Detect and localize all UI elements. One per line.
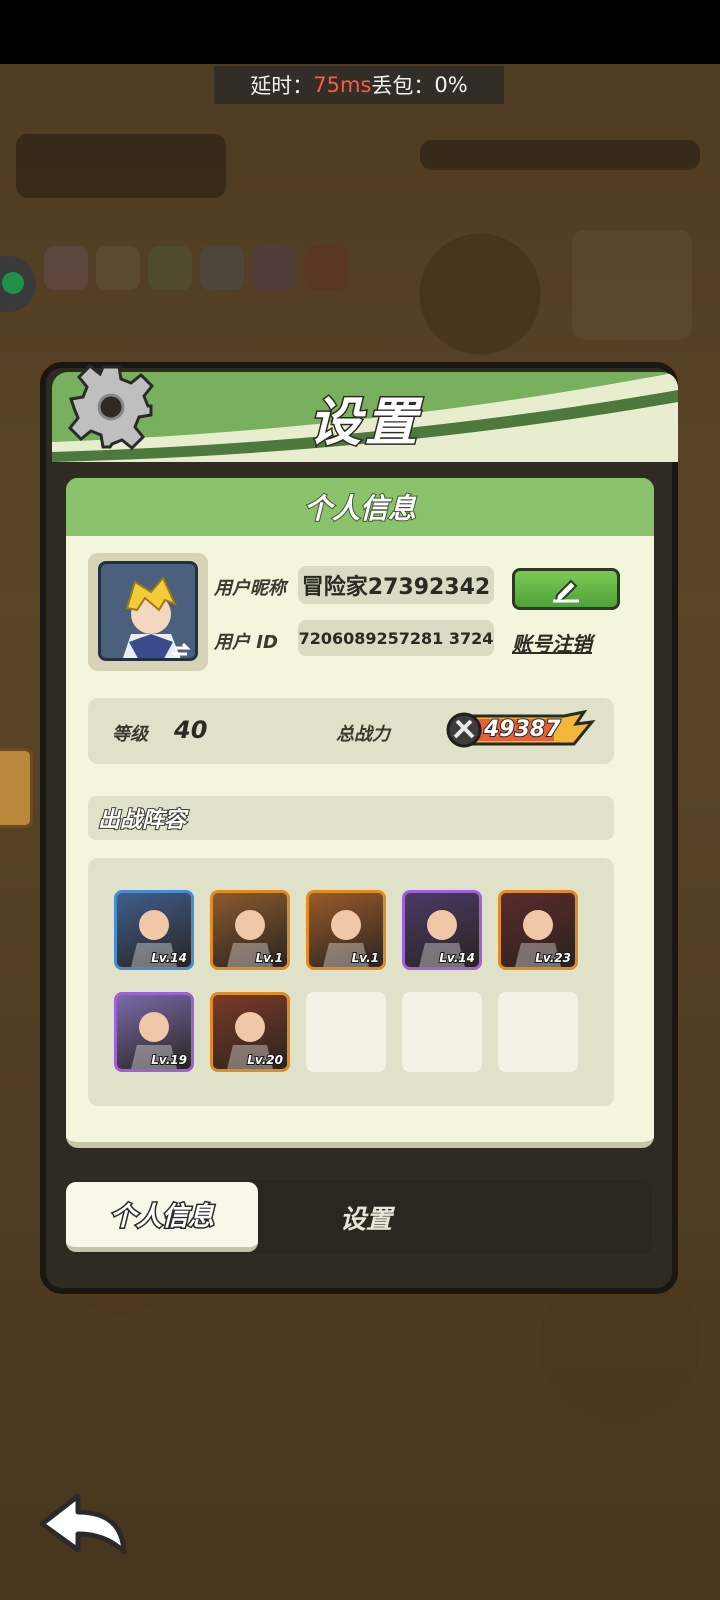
cancel-account-link[interactable]: 账号注销	[512, 628, 592, 657]
empty-hero-slot[interactable]	[498, 992, 578, 1072]
empty-hero-slot[interactable]	[402, 992, 482, 1072]
avatar-portrait	[101, 564, 195, 658]
avatar[interactable]	[98, 561, 198, 661]
hero-level: Lv.20	[246, 1052, 284, 1068]
nickname-field: 冒险家27392342	[298, 566, 494, 604]
profile-panel: 个人信息 用户昵称 冒险家27392342 用户 ID 720608925728…	[66, 478, 654, 1148]
hero-slot[interactable]: Lv.14	[402, 890, 482, 970]
avatar-frame[interactable]	[88, 553, 208, 671]
edit-nickname-button[interactable]	[512, 568, 620, 610]
gear-icon	[67, 363, 155, 451]
pencil-icon	[553, 579, 579, 603]
dialog-tab-bar: 个人信息 设置	[66, 1180, 652, 1254]
level-label: 等级	[112, 724, 148, 745]
hero-level: Lv.23	[534, 950, 572, 966]
hero-slot[interactable]: Lv.1	[306, 890, 386, 970]
side-drawer-tab[interactable]	[0, 748, 33, 828]
hero-slot[interactable]: Lv.23	[498, 890, 578, 970]
latency-label: 延时：	[250, 74, 314, 98]
latency-value: 75ms	[313, 73, 372, 97]
nickname-label: 用户昵称	[214, 578, 286, 599]
hero-slot[interactable]: Lv.1	[210, 890, 290, 970]
back-arrow-icon[interactable]	[36, 1490, 136, 1560]
tab-settings[interactable]: 设置	[286, 1182, 446, 1252]
power-value: 49387	[483, 716, 562, 743]
hero-slot[interactable]: Lv.20	[210, 992, 290, 1072]
settings-dialog: 设置 个人信息 用户昵称 冒险家27392342 用户 ID 720608925…	[40, 362, 678, 1294]
user-id-field: 7206089257281 3724	[298, 620, 494, 656]
stats-row: 等级 40 总战力 49387	[88, 698, 614, 764]
user-id-label: 用户 ID	[214, 632, 278, 653]
hero-level: Lv.1	[351, 950, 380, 966]
panel-title: 个人信息	[66, 478, 654, 536]
hero-slot[interactable]: Lv.19	[114, 992, 194, 1072]
hero-level: Lv.1	[255, 950, 284, 966]
lineup-grid: Lv.14 Lv.1 Lv.1 Lv.14 Lv.23 Lv.19 Lv.20	[88, 858, 614, 1106]
power-label: 总战力	[336, 724, 390, 745]
hero-level: Lv.19	[150, 1052, 188, 1068]
power-badge: 49387	[444, 710, 596, 750]
lineup-title: 出战阵容	[88, 796, 614, 840]
hero-slot[interactable]: Lv.14	[114, 890, 194, 970]
level-value: 40	[174, 716, 208, 744]
network-status: 延时： 75ms 丢包： 0%	[214, 66, 504, 104]
hero-level: Lv.14	[438, 950, 476, 966]
tab-profile[interactable]: 个人信息	[66, 1182, 258, 1252]
empty-hero-slot[interactable]	[306, 992, 386, 1072]
loss-label: 丢包：	[371, 74, 435, 98]
loss-value: 0%	[434, 73, 468, 97]
hero-level: Lv.14	[150, 950, 188, 966]
